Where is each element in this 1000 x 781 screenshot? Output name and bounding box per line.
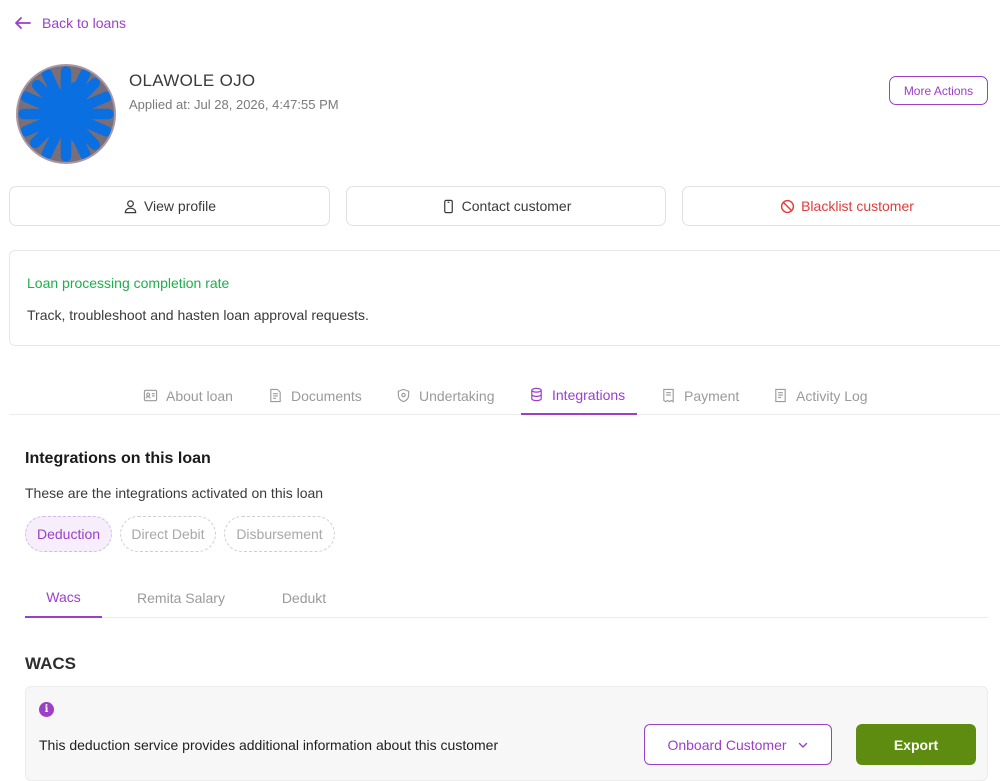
tab-about-loan-label: About loan: [166, 387, 233, 404]
sub-tab-dedukt[interactable]: Dedukt: [269, 578, 339, 618]
shield-icon: [397, 388, 410, 403]
chevron-down-icon: [798, 742, 807, 748]
info-icon: i: [39, 702, 54, 717]
deduction-provider-tabs: Wacs Remita Salary Dedukt: [25, 578, 988, 618]
tab-undertaking[interactable]: Undertaking: [396, 376, 495, 415]
chip-disbursement[interactable]: Disbursement: [224, 516, 335, 552]
view-profile-label: View profile: [143, 198, 217, 214]
database-icon: [531, 387, 542, 402]
customer-name: OLAWOLE OJO: [129, 71, 256, 90]
sub-tab-remita-salary[interactable]: Remita Salary: [127, 578, 235, 618]
tab-activity-log-label: Activity Log: [796, 387, 868, 404]
sub-tab-wacs[interactable]: Wacs: [25, 578, 102, 618]
wacs-info-text: This deduction service provides addition…: [39, 737, 499, 753]
tab-integrations-label: Integrations: [552, 386, 626, 403]
document-icon: [270, 388, 281, 403]
tab-integrations[interactable]: Integrations: [521, 376, 637, 415]
integrations-title: Integrations on this loan: [25, 450, 211, 467]
back-to-loans-link[interactable]: Back to loans: [14, 14, 126, 32]
tab-documents-label: Documents: [291, 387, 362, 404]
view-profile-button[interactable]: View profile: [9, 186, 330, 226]
log-icon: [775, 388, 786, 403]
rate-card-title: Loan processing completion rate: [27, 275, 230, 291]
more-actions-button[interactable]: More Actions: [889, 76, 988, 105]
ban-icon: [780, 199, 795, 213]
wacs-info-box: i This deduction service provides additi…: [25, 686, 988, 781]
blacklist-customer-label: Blacklist customer: [801, 198, 914, 214]
tab-payment-label: Payment: [684, 387, 740, 404]
tab-payment[interactable]: Payment: [661, 376, 739, 415]
chip-direct-debit[interactable]: Direct Debit: [120, 516, 216, 552]
loan-detail-tabs: About loan Documents Undertaking Integra…: [9, 376, 1000, 415]
tab-about-loan[interactable]: About loan: [143, 376, 233, 415]
contact-customer-button[interactable]: Contact customer: [346, 186, 666, 226]
phone-icon: [443, 199, 453, 213]
tab-activity-log[interactable]: Activity Log: [773, 376, 868, 415]
contact-customer-label: Contact customer: [461, 198, 572, 214]
blacklist-customer-button[interactable]: Blacklist customer: [682, 186, 1000, 226]
id-card-icon: [143, 389, 158, 402]
user-icon: [124, 199, 137, 213]
arrow-left-icon: [15, 17, 31, 29]
loan-completion-rate-card: Loan processing completion rate Track, t…: [9, 250, 1000, 346]
tab-documents[interactable]: Documents: [268, 376, 362, 415]
rate-card-description: Track, troubleshoot and hasten loan appr…: [27, 307, 369, 323]
onboard-customer-label: Onboard Customer: [667, 736, 787, 753]
integrations-description: These are the integrations activated on …: [25, 485, 324, 501]
back-link-label: Back to loans: [42, 15, 127, 31]
export-button[interactable]: Export: [856, 724, 976, 765]
avatar: [16, 64, 116, 164]
wacs-section-title: WACS: [25, 654, 76, 673]
tab-undertaking-label: Undertaking: [419, 387, 495, 404]
applied-at-timestamp: Applied at: Jul 28, 2026, 4:47:55 PM: [129, 97, 339, 112]
onboard-customer-dropdown[interactable]: Onboard Customer: [644, 724, 832, 765]
redacted-avatar-scribble: [18, 66, 114, 162]
receipt-icon: [663, 388, 674, 403]
chip-deduction[interactable]: Deduction: [25, 516, 112, 552]
